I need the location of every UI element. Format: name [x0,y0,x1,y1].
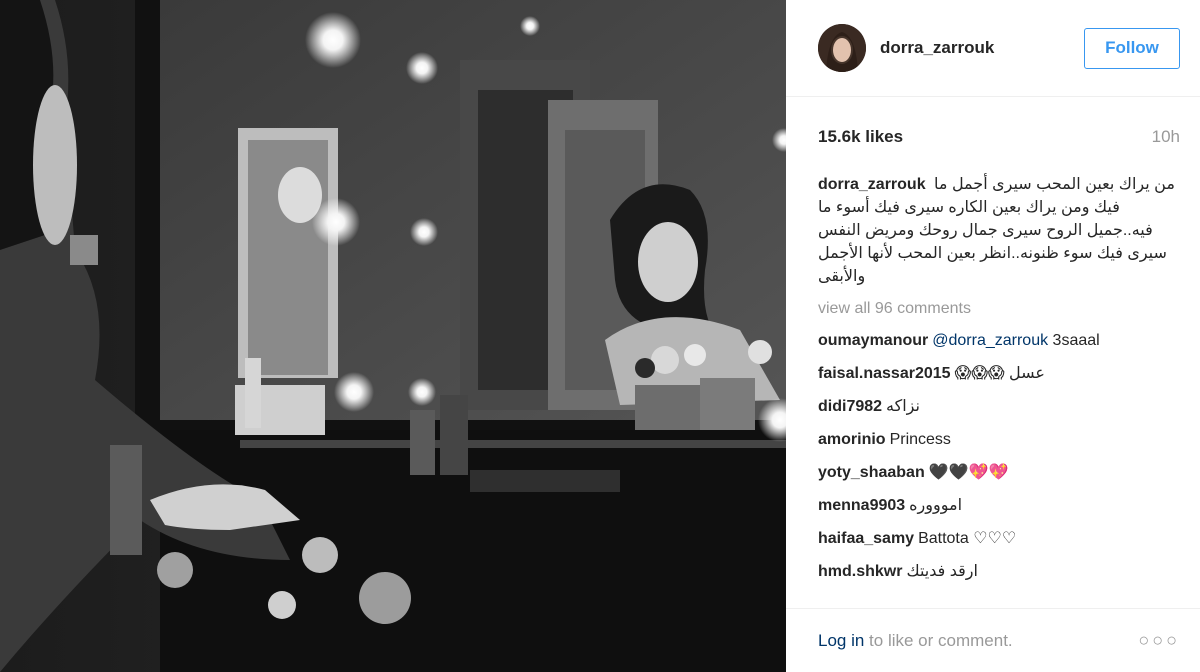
comment-username[interactable]: menna9903 [818,497,905,514]
post-sidebar: dorra_zarrouk Follow 15.6k likes 10h dor… [786,0,1200,672]
login-link[interactable]: Log in [818,631,864,650]
comment-text: Princess [889,431,951,448]
comment-text: عسل 😱😱😱 [954,365,1045,382]
login-prompt-text: to like or comment. [864,630,1013,650]
likes-count[interactable]: 15.6k likes [818,127,903,147]
follow-button[interactable]: Follow [1084,27,1180,69]
comment-item: didi7982 نزاكه [818,395,1180,418]
comment-text: نزاكه [886,398,920,415]
comment-username[interactable]: haifaa_samy [818,530,914,547]
comment-username[interactable]: yoty_shaaban [818,464,925,481]
post-header: dorra_zarrouk Follow [786,0,1200,97]
instagram-post: dorra_zarrouk Follow 15.6k likes 10h dor… [0,0,1200,672]
comment-text: ارقد فديتك [906,563,978,580]
comment-text: 🖤🖤💖💖 [928,464,1009,481]
avatar-image [818,24,866,72]
comment-text: Battota ♡♡♡ [918,530,1017,547]
post-stats: 15.6k likes 10h [818,127,1180,147]
comment-text: اموووره [909,497,963,514]
post-timestamp[interactable]: 10h [1152,127,1180,147]
post-footer: Log in to like or comment. ○○○ [786,608,1200,672]
comment-text: 3saaal [1052,332,1100,349]
comment-username[interactable]: amorinio [818,431,886,448]
comment-item: faisal.nassar2015 عسل 😱😱😱 [818,362,1180,385]
comment-username[interactable]: faisal.nassar2015 [818,365,951,382]
comment-item: haifaa_samy Battota ♡♡♡ [818,527,1180,550]
author-avatar[interactable] [818,24,866,72]
comment-username[interactable]: didi7982 [818,398,882,415]
comments-list: dorra_zarrouk من يراك بعين المحب سيرى أج… [818,173,1180,583]
comment-username[interactable]: oumaymanour [818,332,928,349]
caption-username[interactable]: dorra_zarrouk [818,176,926,193]
photo-scene [0,0,786,672]
author-username[interactable]: dorra_zarrouk [880,38,1084,58]
comment-item: menna9903 اموووره [818,494,1180,517]
comment-item: yoty_shaaban 🖤🖤💖💖 [818,461,1180,484]
ellipsis-icon[interactable]: ○○○ [1138,630,1180,651]
comment-username[interactable]: hmd.shkwr [818,563,902,580]
comment-item: hmd.shkwr ارقد فديتك [818,560,1180,583]
comment-mention[interactable]: @dorra_zarrouk [932,332,1048,349]
comment-item: amorinio Princess [818,428,1180,451]
view-all-comments-link[interactable]: view all 96 comments [818,297,1180,320]
comment-rows: oumaymanour @dorra_zarrouk 3saaal faisal.n… [818,329,1180,583]
comment-item: oumaymanour @dorra_zarrouk 3saaal [818,329,1180,352]
post-caption: dorra_zarrouk من يراك بعين المحب سيرى أج… [818,173,1180,288]
post-photo[interactable] [0,0,786,672]
login-prompt: Log in to like or comment. [818,631,1013,651]
